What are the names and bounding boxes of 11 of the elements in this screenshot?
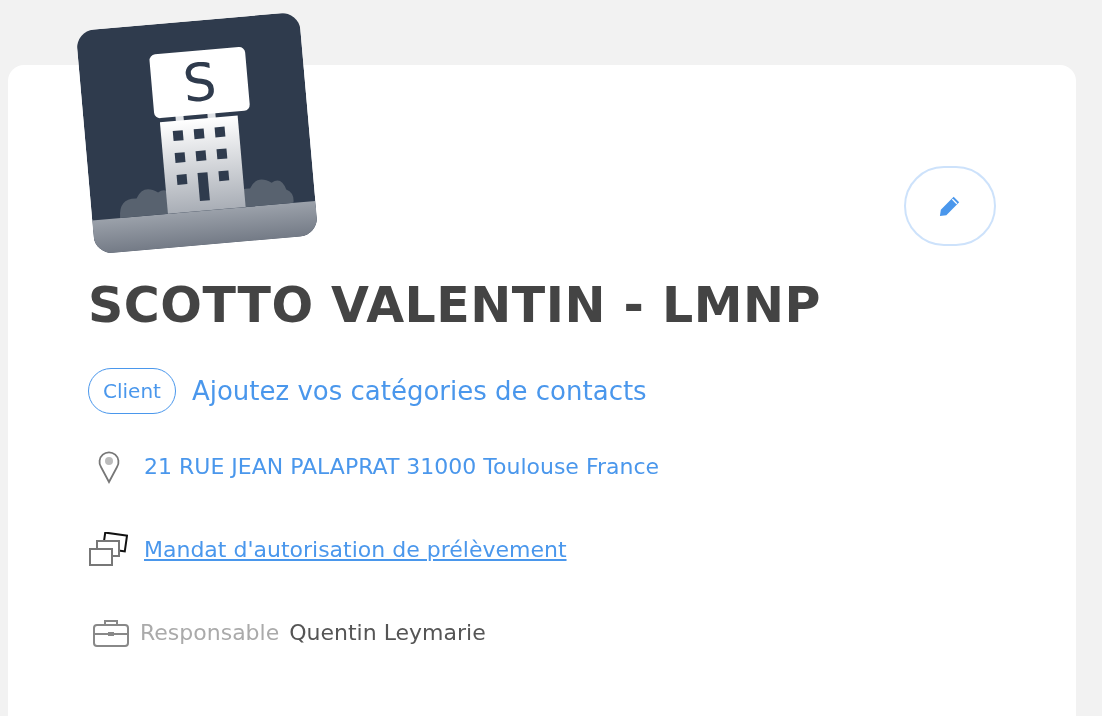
- logo-letter: S: [180, 51, 219, 114]
- add-categories-link[interactable]: Ajoutez vos catégories de contacts: [191, 375, 647, 406]
- briefcase-icon: [92, 617, 130, 648]
- mandate-link[interactable]: Mandat d'autorisation de prélèvement: [144, 537, 567, 563]
- manager-label: Responsable: [140, 620, 280, 646]
- contact-title: SCOTTO VALENTIN - LMNP: [88, 277, 822, 336]
- pencil-icon: [939, 195, 961, 217]
- manager-name: Quentin Leymarie: [289, 620, 486, 646]
- location-pin-icon: [98, 449, 120, 484]
- documents-icon: [88, 531, 128, 568]
- address-text: 21 RUE JEAN PALAPRAT 31000 Toulouse France: [144, 454, 660, 480]
